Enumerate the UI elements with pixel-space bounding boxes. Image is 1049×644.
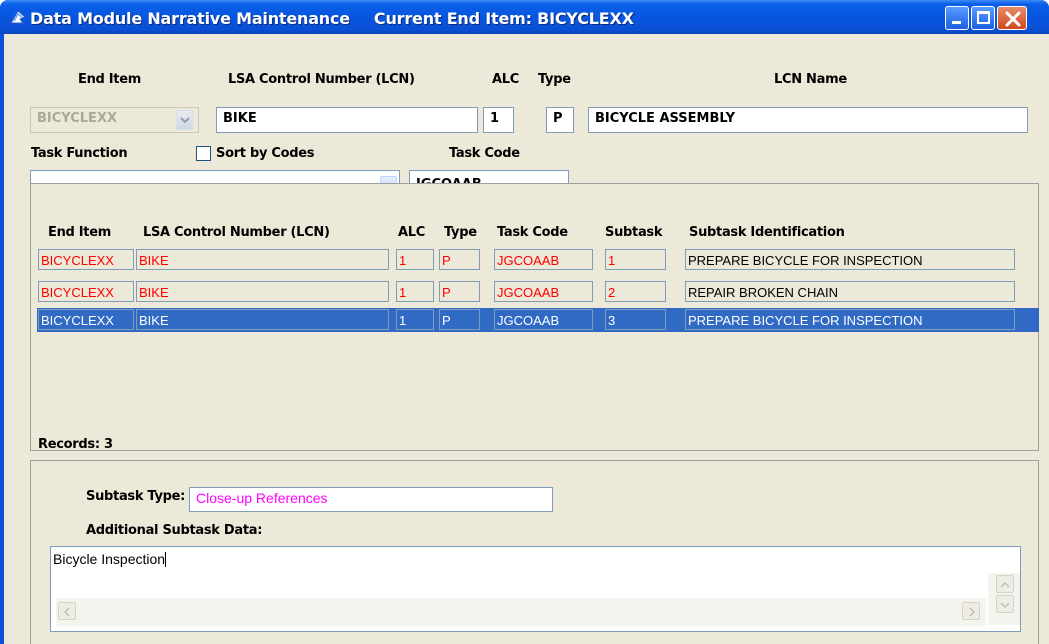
cell-end-item[interactable]: BICYCLEXX	[38, 281, 134, 302]
col-task-code: Task Code	[497, 225, 568, 240]
end-item-dropdown-button[interactable]	[176, 110, 193, 130]
cell-subtask[interactable]: 1	[605, 249, 666, 270]
cell-identification[interactable]: PREPARE BICYCLE FOR INSPECTION	[685, 249, 1015, 270]
text-caret	[165, 552, 167, 567]
lcn-name-label: LCN Name	[774, 72, 847, 87]
lcn-name-input[interactable]: BICYCLE ASSEMBLY	[588, 107, 1028, 133]
col-type: Type	[444, 225, 477, 240]
lcn-input[interactable]: BIKE	[216, 107, 478, 133]
sort-by-codes-checkbox[interactable]	[196, 146, 211, 161]
cell-lcn[interactable]: BIKE	[136, 309, 389, 330]
cell-alc[interactable]: 1	[396, 309, 434, 330]
chevron-left-icon	[63, 607, 70, 617]
cell-task-code[interactable]: JGCOAAB	[494, 281, 593, 302]
scroll-up-button[interactable]	[996, 575, 1014, 593]
cell-identification[interactable]: REPAIR BROKEN CHAIN	[685, 281, 1015, 302]
scroll-left-button[interactable]	[58, 602, 76, 620]
alc-input[interactable]: 1	[483, 107, 514, 133]
cell-subtask[interactable]: 3	[605, 309, 666, 330]
additional-subtask-data-label: Additional Subtask Data:	[86, 523, 263, 538]
type-value: P	[553, 111, 563, 126]
type-input[interactable]: P	[546, 107, 574, 133]
lcn-label: LSA Control Number (LCN)	[228, 72, 415, 87]
cell-subtask[interactable]: 2	[605, 281, 666, 302]
textarea-vertical-scrollbar[interactable]	[988, 573, 1020, 625]
table-row[interactable]: BICYCLEXX BIKE 1 P JGCOAAB 3 PREPARE BICYCLE F…	[37, 308, 1039, 332]
chevron-down-icon	[1000, 602, 1010, 609]
cell-identification[interactable]: PREPARE BICYCLE FOR INSPECTION	[685, 309, 1015, 330]
close-button[interactable]	[997, 6, 1027, 30]
lcn-value: BIKE	[223, 111, 257, 126]
records-count: Records: 3	[38, 437, 113, 452]
scroll-right-button[interactable]	[962, 602, 980, 620]
col-subtask: Subtask	[605, 225, 663, 240]
cell-end-item[interactable]: BICYCLEXX	[38, 309, 134, 330]
alc-value: 1	[490, 111, 500, 126]
alc-label: ALC	[492, 72, 519, 87]
table-row[interactable]: BICYCLEXX BIKE 1 P JGCOAAB 1 PREPARE BICYCLE F…	[37, 248, 1039, 272]
chevron-up-icon	[1000, 581, 1010, 588]
cell-lcn[interactable]: BIKE	[136, 281, 389, 302]
cell-lcn[interactable]: BIKE	[136, 249, 389, 270]
task-function-label: Task Function	[31, 146, 128, 161]
sort-by-codes-label[interactable]: Sort by Codes	[216, 146, 314, 161]
close-icon	[1005, 11, 1021, 27]
window-title-main: Data Module Narrative Maintenance	[30, 9, 350, 28]
col-end-item: End Item	[48, 225, 111, 240]
title-bar[interactable]: Data Module Narrative Maintenance Current…	[0, 0, 1049, 34]
cell-end-item[interactable]: BICYCLEXX	[38, 249, 134, 270]
task-code-label: Task Code	[449, 146, 520, 161]
col-subtask-identification: Subtask Identification	[689, 225, 845, 240]
chevron-down-icon	[180, 117, 190, 124]
additional-subtask-data-value: Bicycle Inspection	[53, 551, 166, 567]
subtask-type-label: Subtask Type:	[86, 489, 186, 504]
cell-type[interactable]: P	[439, 309, 480, 330]
maximize-button[interactable]	[971, 6, 995, 30]
cell-alc[interactable]: 1	[396, 281, 434, 302]
cell-type[interactable]: P	[439, 281, 480, 302]
window-title-subtitle: Current End Item: BICYCLEXX	[373, 9, 634, 28]
window-title: Data Module Narrative Maintenance Current…	[30, 9, 634, 28]
end-item-label: End Item	[78, 72, 141, 87]
app-icon	[10, 10, 26, 24]
table-row[interactable]: BICYCLEXX BIKE 1 P JGCOAAB 2 REPAIR BROKEN CHA…	[37, 280, 1039, 304]
subtask-type-input[interactable]: Close-up References	[189, 487, 553, 512]
cell-type[interactable]: P	[439, 249, 480, 270]
cell-alc[interactable]: 1	[396, 249, 434, 270]
end-item-select[interactable]: BICYCLEXX	[30, 107, 199, 133]
lcn-name-value: BICYCLE ASSEMBLY	[595, 111, 736, 126]
end-item-value: BICYCLEXX	[37, 111, 117, 126]
col-alc: ALC	[398, 225, 425, 240]
minimize-button[interactable]	[945, 6, 969, 30]
cell-task-code[interactable]: JGCOAAB	[494, 309, 593, 330]
cell-task-code[interactable]: JGCOAAB	[494, 249, 593, 270]
maximize-icon	[977, 11, 990, 24]
scroll-down-button[interactable]	[996, 595, 1014, 613]
col-lcn: LSA Control Number (LCN)	[143, 225, 330, 240]
textarea-horizontal-scrollbar[interactable]	[56, 598, 986, 626]
chevron-right-icon	[969, 607, 976, 617]
subtask-type-value: Close-up References	[196, 490, 328, 506]
minimize-icon	[952, 21, 961, 24]
type-label: Type	[538, 72, 571, 87]
